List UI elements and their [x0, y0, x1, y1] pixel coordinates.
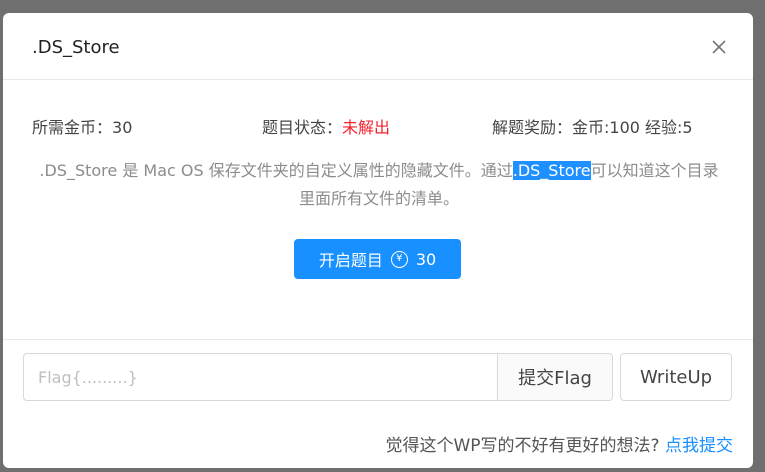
modal-title: .DS_Store — [32, 37, 120, 58]
close-icon[interactable] — [711, 39, 727, 55]
cost-info: 所需金币：30 — [32, 114, 132, 138]
start-challenge-button[interactable]: 开启题目 ¥ 30 — [294, 239, 461, 279]
reward-value: 金币:100 经验:5 — [572, 118, 693, 137]
status-value: 未解出 — [342, 118, 391, 137]
description-text-before: .DS_Store 是 Mac OS 保存文件夹的自定义属性的隐藏文件。通过 — [39, 161, 513, 180]
start-button-label: 开启题目 — [318, 251, 383, 270]
flag-input[interactable] — [23, 353, 497, 401]
start-button-cost: 30 — [415, 249, 437, 269]
reward-label: 解题奖励： — [492, 118, 573, 137]
modal-header: .DS_Store — [3, 13, 753, 80]
yen-circle-icon: ¥ — [390, 250, 408, 268]
description-highlight: .DS_Store — [512, 161, 591, 180]
status-label: 题目状态： — [262, 118, 343, 137]
challenge-description: .DS_Store 是 Mac OS 保存文件夹的自定义属性的隐藏文件。通过.D… — [39, 157, 719, 213]
challenge-modal: .DS_Store 所需金币：30 题目状态：未解出 解题奖励：金币:100 经… — [3, 13, 753, 468]
submit-flag-button[interactable]: 提交Flag — [497, 353, 613, 401]
footer-question: 觉得这个WP写的不好有更好的想法? — [385, 436, 660, 456]
reward-info: 解题奖励：金币:100 经验:5 — [492, 114, 693, 138]
submit-writeup-link[interactable]: 点我提交 — [665, 436, 733, 456]
cost-value: 30 — [112, 118, 133, 137]
footer-prompt: 觉得这个WP写的不好有更好的想法? 点我提交 — [386, 431, 734, 456]
writeup-button[interactable]: WriteUp — [620, 353, 732, 401]
section-divider — [3, 339, 753, 340]
cost-label: 所需金币： — [32, 118, 113, 137]
status-info: 题目状态：未解出 — [262, 114, 390, 138]
